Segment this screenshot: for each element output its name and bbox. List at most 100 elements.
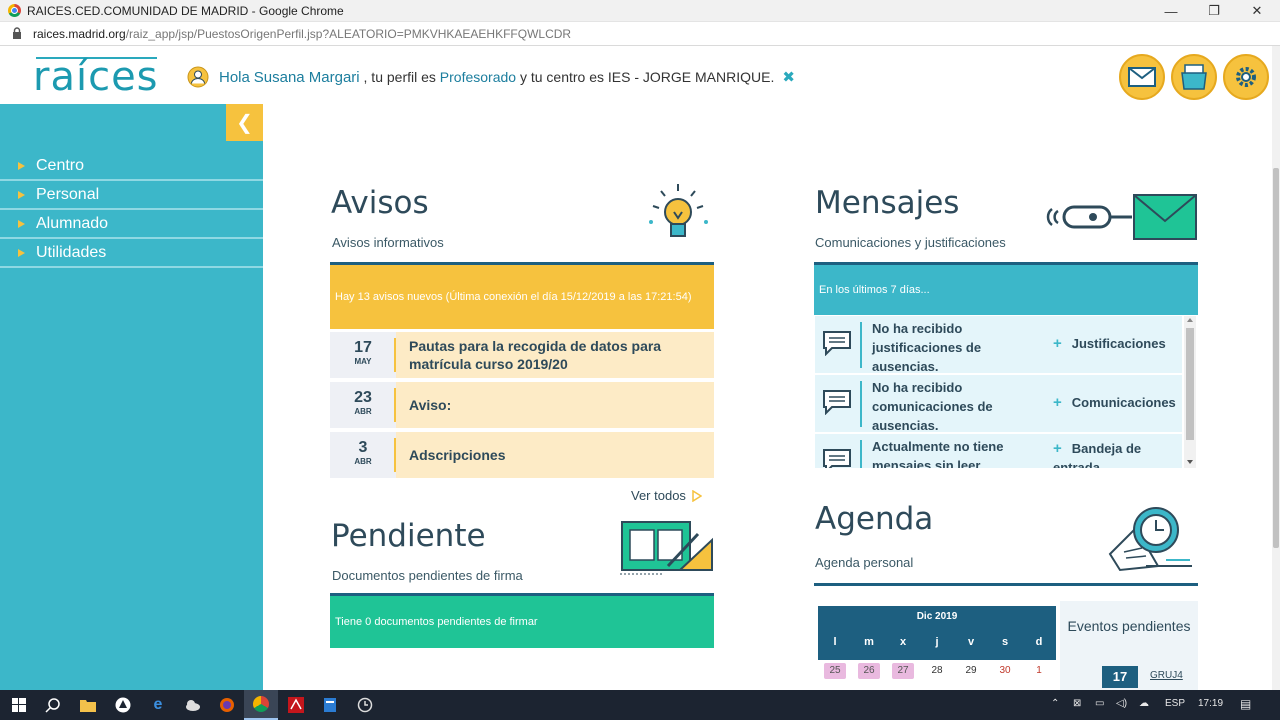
app-button[interactable]	[106, 690, 140, 720]
calendar-day[interactable]: 26	[852, 660, 886, 684]
scroll-down-icon[interactable]	[1187, 460, 1193, 464]
gear-icon[interactable]	[1223, 54, 1269, 100]
aviso-text[interactable]: Aviso:	[409, 382, 699, 428]
url-domain: raices.madrid.org	[33, 27, 126, 41]
mensajes-subtitle: Comunicaciones y justificaciones	[815, 235, 1006, 250]
raices-logo[interactable]: raíces	[33, 54, 159, 97]
aviso-date: 3 ABR	[330, 432, 396, 478]
weekday: x	[899, 636, 907, 648]
bandeja-link[interactable]: + Bandeja de entrada	[1053, 439, 1163, 468]
user-icon	[187, 66, 209, 88]
agenda-subtitle: Agenda personal	[815, 555, 914, 570]
page-scrollbar[interactable]	[1272, 46, 1280, 690]
minimize-button[interactable]: —	[1150, 0, 1192, 22]
triangle-right-icon	[18, 190, 25, 199]
avisos-title: Avisos	[331, 185, 429, 221]
aviso-separator	[394, 388, 396, 422]
search-button[interactable]	[36, 690, 70, 720]
agenda-title: Agenda	[815, 501, 934, 537]
sidebar-item-alumnado[interactable]: Alumnado	[0, 210, 263, 239]
volume-icon[interactable]: ◁)	[1116, 698, 1127, 709]
app-button[interactable]	[313, 690, 347, 720]
aviso-row[interactable]: 3 ABR Adscripciones	[330, 430, 714, 478]
firefox-button[interactable]	[210, 690, 244, 720]
calendar-month[interactable]: Dic 2019	[818, 606, 1056, 630]
mensaje-text: Actualmente no tiene mensajes sin leer	[872, 439, 1004, 468]
comunicaciones-link[interactable]: + Comunicaciones	[1053, 394, 1176, 411]
app-button[interactable]	[176, 690, 210, 720]
scroll-up-icon[interactable]	[1187, 318, 1193, 322]
maximize-button[interactable]: ❐	[1193, 0, 1235, 22]
battery-icon[interactable]: ▭	[1095, 698, 1104, 709]
close-window-button[interactable]: ✕	[1236, 0, 1278, 22]
aviso-date: 17 MAY	[330, 332, 396, 378]
profile-link[interactable]: Profesorado	[440, 69, 516, 85]
sidebar-item-centro[interactable]: Centro	[0, 152, 263, 181]
address-bar[interactable]: raices.madrid.org/raiz_app/jsp/PuestosOr…	[0, 22, 1280, 46]
scrollbar-thumb[interactable]	[1273, 168, 1279, 548]
comment-icon	[823, 449, 851, 468]
chrome-taskbar-button[interactable]	[244, 690, 278, 720]
calendar-day[interactable]: 27	[886, 660, 920, 684]
user-name[interactable]: Susana Margari	[254, 69, 360, 86]
clock-time[interactable]: 17:19	[1198, 698, 1223, 709]
calendar: Dic 2019 l m x j v s d 25 26 27 28 29 30…	[818, 606, 1056, 690]
sidebar-item-label: Utilidades	[36, 243, 107, 261]
envelope-icon[interactable]	[1119, 54, 1165, 100]
aviso-day: 23	[354, 389, 372, 406]
notifications-icon[interactable]: ▤	[1240, 697, 1251, 711]
document-icon	[324, 698, 336, 712]
sidebar-item-utilidades[interactable]: Utilidades	[0, 239, 263, 268]
mensaje-text: No ha recibido comunicaciones de ausenci…	[872, 380, 993, 433]
justificaciones-link[interactable]: + Justificaciones	[1053, 335, 1166, 352]
aviso-row[interactable]: 17 MAY Pautas para la recogida de datos p…	[330, 330, 714, 378]
app-button[interactable]	[348, 690, 382, 720]
clock-calendar-icon	[1108, 507, 1192, 572]
aviso-day: 17	[354, 339, 372, 356]
calendar-day[interactable]: 25	[818, 660, 852, 684]
calendar-day[interactable]: 30	[988, 660, 1022, 684]
see-all-avisos-link[interactable]: Ver todos	[631, 488, 702, 503]
aviso-row[interactable]: 23 ABR Aviso:	[330, 380, 714, 428]
windows-start-button[interactable]	[2, 690, 36, 720]
profile-label: , tu perfil es	[363, 69, 436, 85]
weekday: m	[864, 636, 874, 648]
chevron-left-icon: ❮	[236, 112, 253, 134]
link-label: Comunicaciones	[1071, 395, 1176, 410]
mensaje-row[interactable]: Actualmente no tiene mensajes sin leer +…	[815, 434, 1182, 468]
collapse-sidebar-button[interactable]: ❮	[226, 104, 263, 141]
sidebar-item-personal[interactable]: Personal	[0, 181, 263, 210]
aviso-text[interactable]: Pautas para la recogida de datos para ma…	[409, 332, 699, 378]
network-icon[interactable]: ☁	[1139, 698, 1149, 709]
mensaje-text: No ha recibido justificaciones de ausenc…	[872, 321, 982, 374]
events-group-link[interactable]: GRUJ4	[1150, 670, 1183, 681]
edge-icon: e	[153, 696, 163, 713]
folder-icon[interactable]	[1171, 54, 1217, 100]
plus-icon: +	[1053, 335, 1062, 352]
edge-button[interactable]: e	[141, 690, 175, 720]
agenda-divider	[814, 583, 1198, 586]
chevron-up-icon[interactable]: ⌃	[1051, 698, 1059, 709]
aviso-month: MAY	[354, 357, 372, 366]
close-profile-icon[interactable]: ✖	[782, 68, 795, 86]
language-indicator[interactable]: ESP	[1165, 698, 1185, 709]
comment-icon	[823, 331, 851, 356]
plus-icon: +	[1053, 394, 1062, 411]
calendar-day[interactable]: 28	[920, 660, 954, 684]
mensajes-scrollbar[interactable]	[1184, 316, 1196, 468]
url-text[interactable]: raices.madrid.org/raiz_app/jsp/PuestosOr…	[33, 27, 571, 41]
acrobat-button[interactable]	[279, 690, 313, 720]
calendar-day[interactable]: 1	[1022, 660, 1056, 684]
tray-icon[interactable]: ⊠	[1073, 698, 1081, 709]
events-count-badge[interactable]: 17	[1102, 666, 1138, 688]
calendar-day[interactable]: 29	[954, 660, 988, 684]
scrollbar-thumb[interactable]	[1186, 328, 1194, 440]
events-panel: Eventos pendientes 17 GRUJ4	[1060, 601, 1198, 690]
triangle-right-icon	[18, 161, 25, 170]
mensaje-row[interactable]: No ha recibido comunicaciones de ausenci…	[815, 375, 1182, 433]
file-explorer-button[interactable]	[71, 690, 105, 720]
mensaje-row[interactable]: No ha recibido justificaciones de ausenc…	[815, 316, 1182, 374]
mensaje-separator	[860, 322, 862, 368]
aviso-text[interactable]: Adscripciones	[409, 432, 699, 478]
lightbulb-icon	[649, 184, 708, 237]
